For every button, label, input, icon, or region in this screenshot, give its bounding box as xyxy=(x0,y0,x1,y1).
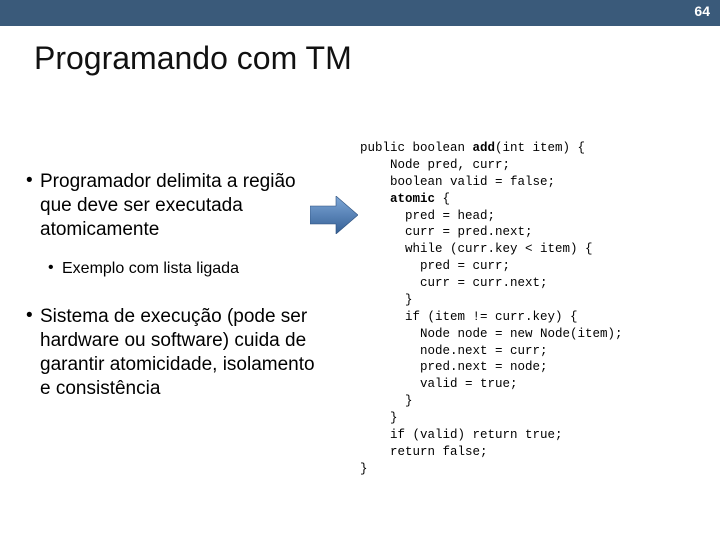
content-area: • Programador delimita a região que deve… xyxy=(0,140,720,540)
bullet-1-text: Programador delimita a região que deve s… xyxy=(40,171,296,240)
code-line: Node node = new Node(item); xyxy=(360,326,710,343)
code-line: Node pred, curr; xyxy=(360,157,710,174)
code-line: while (curr.key < item) { xyxy=(360,241,710,258)
code-line: curr = curr.next; xyxy=(360,275,710,292)
bullet-1-sub: • Exemplo com lista ligada xyxy=(48,259,326,279)
arrow-icon xyxy=(310,196,358,234)
code-line: if (valid) return true; xyxy=(360,427,710,444)
code-line: return false; xyxy=(360,444,710,461)
bullet-dot-icon: • xyxy=(48,259,62,279)
bullet-dot-icon: • xyxy=(26,170,40,241)
code-line: pred.next = node; xyxy=(360,359,710,376)
bullet-dot-icon: • xyxy=(26,305,40,400)
bullet-1: • Programador delimita a região que deve… xyxy=(26,170,326,241)
bullet-2-text: Sistema de execução (pode ser hardware o… xyxy=(40,306,315,398)
top-bar: 64 xyxy=(0,0,720,26)
code-block: public boolean add(int item) { Node pred… xyxy=(360,140,710,478)
code-line: atomic { xyxy=(360,191,710,208)
code-line: boolean valid = false; xyxy=(360,174,710,191)
code-line: public boolean add(int item) { xyxy=(360,140,710,157)
left-column: • Programador delimita a região que deve… xyxy=(26,170,326,418)
bullet-2: • Sistema de execução (pode ser hardware… xyxy=(26,305,326,400)
code-line: } xyxy=(360,393,710,410)
page-number: 64 xyxy=(694,3,710,19)
slide-title: Programando com TM xyxy=(34,40,720,77)
code-line: } xyxy=(360,461,710,478)
code-line: if (item != curr.key) { xyxy=(360,309,710,326)
code-line: node.next = curr; xyxy=(360,343,710,360)
code-line: valid = true; xyxy=(360,376,710,393)
code-line: } xyxy=(360,292,710,309)
code-line: pred = curr; xyxy=(360,258,710,275)
code-line: curr = pred.next; xyxy=(360,224,710,241)
code-line: } xyxy=(360,410,710,427)
bullet-1-sub-text: Exemplo com lista ligada xyxy=(62,260,239,277)
code-line: pred = head; xyxy=(360,208,710,225)
